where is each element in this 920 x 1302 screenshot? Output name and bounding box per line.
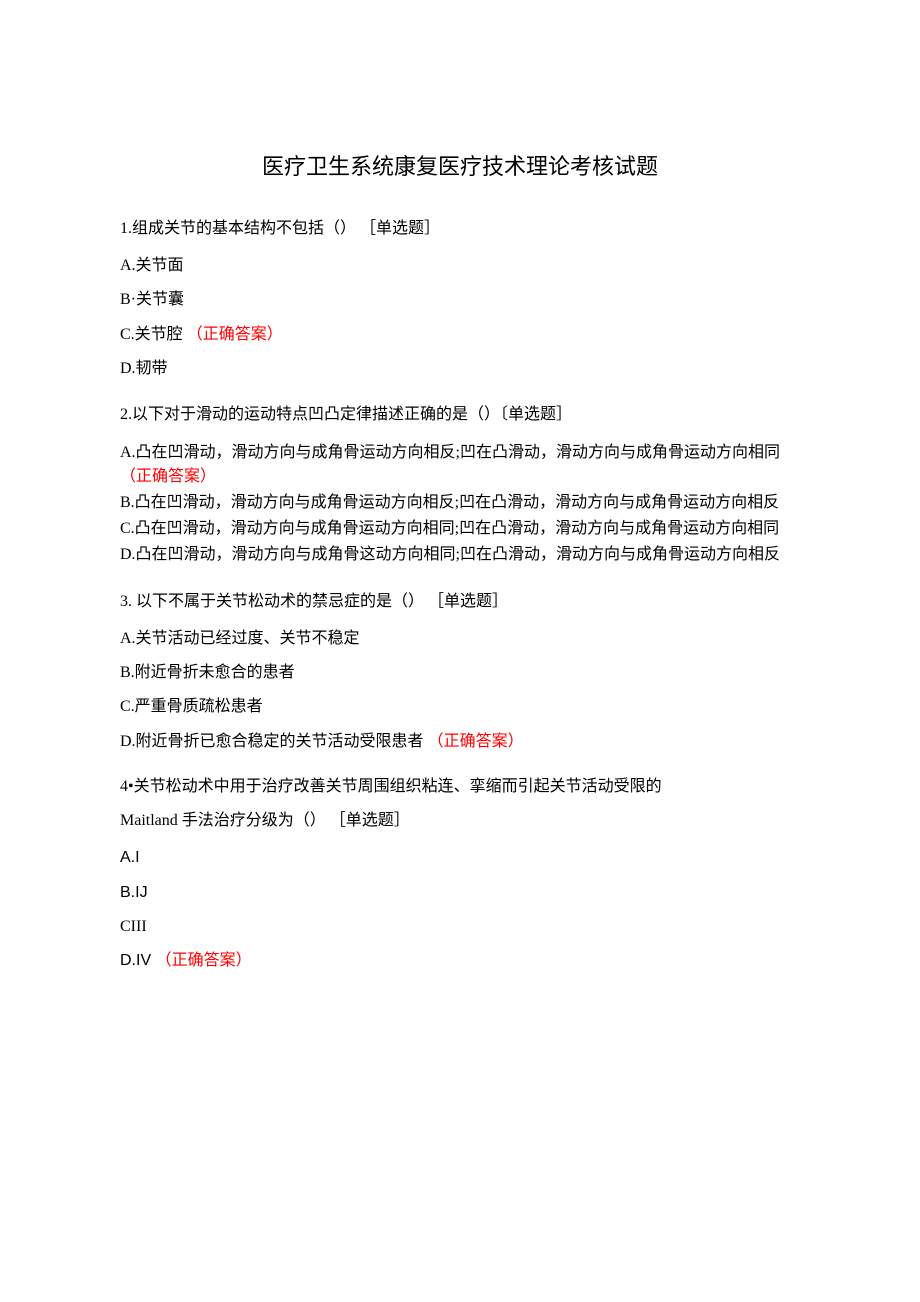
question-stem: 2.以下对于滑动的运动特点凹凸定律描述正确的是（）〔单选题］	[120, 403, 800, 427]
option-a: A.关节活动已经过度、关节不稳定	[120, 628, 800, 650]
option-c: C.关节腔 （正确答案）	[120, 324, 800, 346]
question-stem: 3. 以下不属于关节松动术的禁忌症的是（） ［单选题］	[120, 590, 800, 614]
question-1: 1.组成关节的基本结构不包括（） ［单选题］ A.关节面 B·关节囊 C.关节腔…	[120, 217, 800, 381]
correct-answer-label: （正确答案）	[156, 952, 252, 969]
question-4: 4•关节松动术中用于治疗改善关节周围组织粘连、挛缩而引起关节活动受限的 Mait…	[120, 775, 800, 973]
option-c: C.凸在凹滑动，滑动方向与成角骨运动方向相同;凹在凸滑动，滑动方向与成角骨运动方…	[120, 517, 800, 542]
options-group: A.关节活动已经过度、关节不稳定 B.附近骨折未愈合的患者 C.严重骨质疏松患者…	[120, 628, 800, 754]
option-b: B·关节囊	[120, 289, 800, 311]
option-b: B.IJ	[120, 882, 800, 904]
option-a: A.I	[120, 847, 800, 869]
option-b: B.凸在凹滑动，滑动方向与成角骨运动方向相反;凹在凸滑动，滑动方向与成角骨运动方…	[120, 491, 800, 516]
option-c: CIII	[120, 916, 800, 938]
option-d-text: D.附近骨折已愈合稳定的关节活动受限患者	[120, 733, 424, 750]
correct-answer-label: （正确答案）	[120, 468, 216, 485]
options-group: A.I B.IJ CIII D.IV （正确答案）	[120, 847, 800, 973]
question-3: 3. 以下不属于关节松动术的禁忌症的是（） ［单选题］ A.关节活动已经过度、关…	[120, 590, 800, 754]
option-d-text: D.IV	[120, 952, 151, 969]
option-d: D.IV （正确答案）	[120, 950, 800, 972]
option-a: A.关节面	[120, 255, 800, 277]
stem-line-2: Maitland 手法治疗分级为（） ［单选题］	[120, 809, 800, 833]
stem-line-1: 4•关节松动术中用于治疗改善关节周围组织粘连、挛缩而引起关节活动受限的	[120, 775, 800, 799]
question-stem: 1.组成关节的基本结构不包括（） ［单选题］	[120, 217, 800, 241]
document-page: 医疗卫生系统康复医疗技术理论考核试题 1.组成关节的基本结构不包括（） ［单选题…	[0, 0, 920, 1302]
question-stem: 4•关节松动术中用于治疗改善关节周围组织粘连、挛缩而引起关节活动受限的 Mait…	[120, 775, 800, 833]
options-group: A.凸在凹滑动，滑动方向与成角骨运动方向相反;凹在凸滑动，滑动方向与成角骨运动方…	[120, 441, 800, 568]
option-b: B.附近骨折未愈合的患者	[120, 662, 800, 684]
option-d: D.凸在凹滑动，滑动方向与成角骨这动方向相同;凹在凸滑动，滑动方向与成角骨运动方…	[120, 543, 800, 568]
options-group: A.关节面 B·关节囊 C.关节腔 （正确答案） D.韧带	[120, 255, 800, 381]
option-c-text: C.关节腔	[120, 326, 183, 343]
option-a-text: A.凸在凹滑动，滑动方向与成角骨运动方向相反;凹在凸滑动，滑动方向与成角骨运动方…	[120, 444, 780, 461]
option-d: D.韧带	[120, 358, 800, 380]
option-c: C.严重骨质疏松患者	[120, 696, 800, 718]
option-a: A.凸在凹滑动，滑动方向与成角骨运动方向相反;凹在凸滑动，滑动方向与成角骨运动方…	[120, 441, 800, 491]
document-title: 医疗卫生系统康复医疗技术理论考核试题	[120, 150, 800, 183]
question-2: 2.以下对于滑动的运动特点凹凸定律描述正确的是（）〔单选题］ A.凸在凹滑动，滑…	[120, 403, 800, 568]
correct-answer-label: （正确答案）	[187, 326, 283, 343]
option-d: D.附近骨折已愈合稳定的关节活动受限患者 （正确答案）	[120, 731, 800, 753]
correct-answer-label: （正确答案）	[428, 733, 524, 750]
